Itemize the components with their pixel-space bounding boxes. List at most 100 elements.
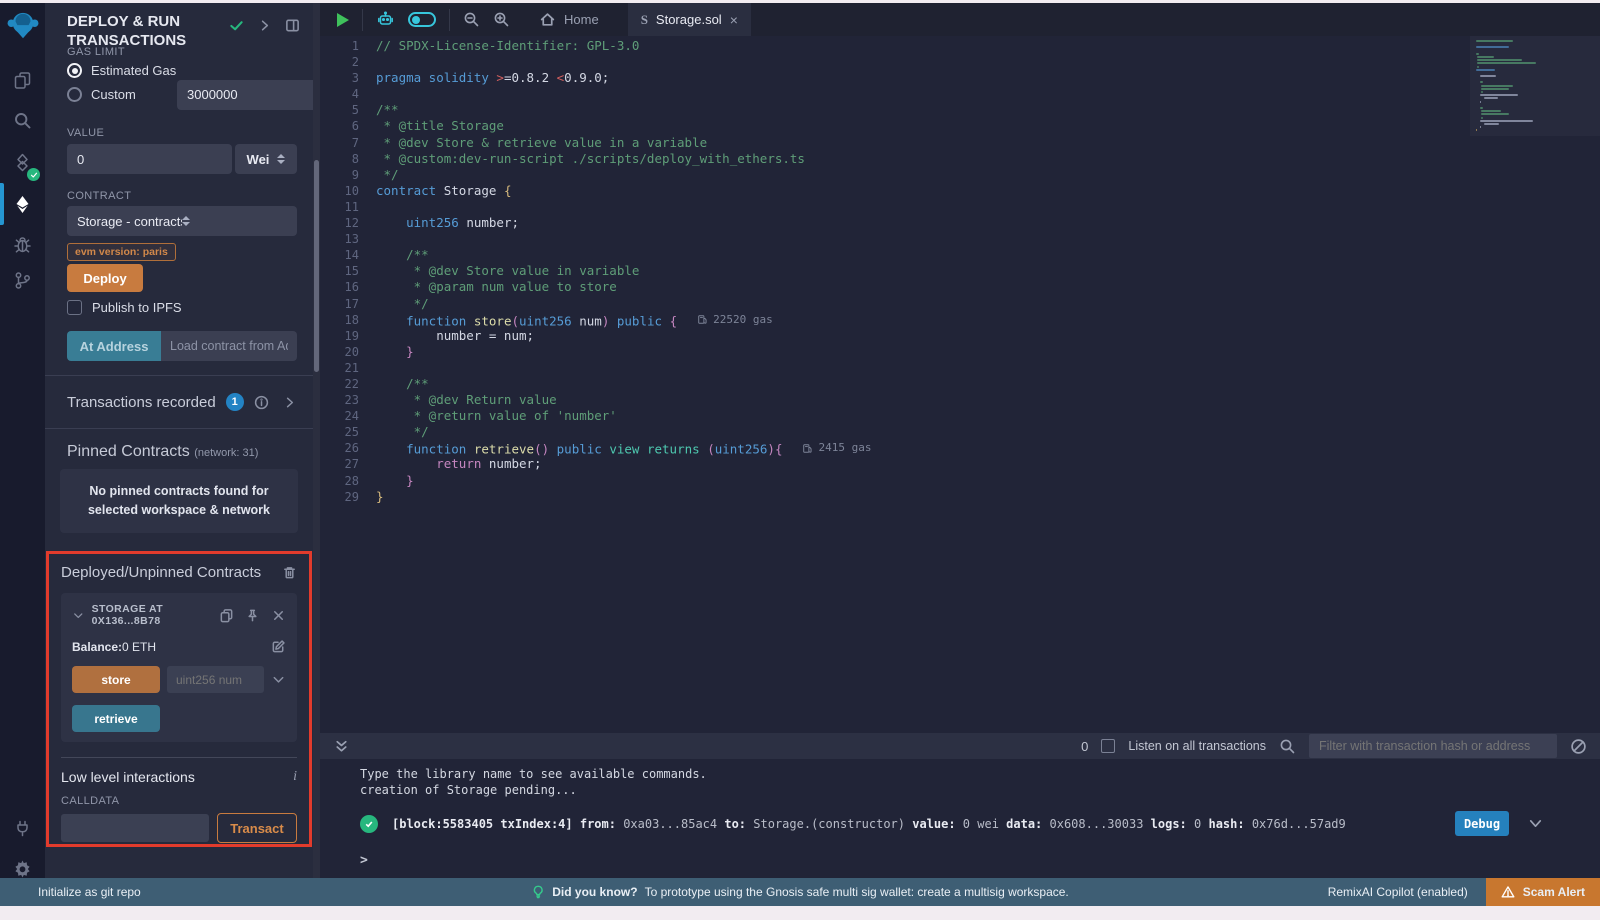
transactions-count-badge: 1 xyxy=(226,393,244,411)
contract-select[interactable]: Storage - contracts/Storage.sol xyxy=(67,206,297,236)
remix-logo[interactable] xyxy=(0,7,45,45)
publish-ipfs-checkbox[interactable] xyxy=(67,300,82,315)
transaction-log-row[interactable]: [block:5583405 txIndex:4] from: 0xa03...… xyxy=(360,811,1600,836)
zoom-in-icon[interactable] xyxy=(493,11,510,28)
at-address-button[interactable]: At Address xyxy=(67,331,161,361)
tab-close-icon[interactable]: × xyxy=(730,12,738,28)
custom-gas-input[interactable] xyxy=(177,80,313,110)
deploy-and-run-icon[interactable] xyxy=(0,185,45,223)
info-icon[interactable] xyxy=(254,395,269,410)
value-label: VALUE xyxy=(67,127,104,139)
trash-icon[interactable] xyxy=(282,565,297,580)
pin-icon[interactable] xyxy=(245,608,260,623)
remixai-robot-icon[interactable] xyxy=(376,10,395,29)
file-explorer-icon[interactable] xyxy=(0,61,45,99)
retrieve-function-button[interactable]: retrieve xyxy=(72,705,160,732)
home-icon xyxy=(539,11,556,28)
zoom-out-icon[interactable] xyxy=(463,11,480,28)
expand-log-chevron-icon[interactable] xyxy=(1527,815,1544,832)
code-line: 1// SPDX-License-Identifier: GPL-3.0 xyxy=(320,38,1600,54)
terminal-output[interactable]: Type the library name to see available c… xyxy=(320,759,1600,881)
line-number: 20 xyxy=(320,344,376,360)
debugger-icon[interactable] xyxy=(0,225,45,263)
code-line: 27 return number; xyxy=(320,456,1600,472)
solidity-compiler-icon[interactable] xyxy=(0,143,45,181)
value-unit: Wei xyxy=(247,152,270,167)
evm-version-badge: evm version: paris xyxy=(67,243,176,261)
tab-storage-sol[interactable]: S Storage.sol × xyxy=(628,3,751,36)
close-icon[interactable] xyxy=(271,608,286,623)
balance-label: Balance: xyxy=(72,640,122,654)
debug-button[interactable]: Debug xyxy=(1455,811,1509,836)
estimated-gas-label: Estimated Gas xyxy=(91,63,176,78)
gas-limit-label: GAS LIMIT xyxy=(67,46,125,58)
line-number: 19 xyxy=(320,328,376,344)
panel-title: DEPLOY & RUN TRANSACTIONS xyxy=(67,13,227,51)
listen-all-checkbox[interactable] xyxy=(1101,739,1115,753)
code-line: 10contract Storage { xyxy=(320,183,1600,199)
divider xyxy=(61,757,297,758)
run-script-button[interactable] xyxy=(337,13,349,27)
active-plugin-indicator xyxy=(0,183,4,225)
publish-ipfs-option: Publish to IPFS xyxy=(67,300,182,315)
code-line: 5/** xyxy=(320,102,1600,118)
tab-home[interactable]: Home xyxy=(539,11,599,28)
terminal-filter-input[interactable] xyxy=(1309,734,1557,758)
unit-stepper-icon xyxy=(277,154,285,164)
transactions-recorded-row[interactable]: Transactions recorded 1 xyxy=(45,375,313,429)
at-address-input[interactable] xyxy=(161,331,297,361)
code-editor[interactable]: 1// SPDX-License-Identifier: GPL-3.023pr… xyxy=(320,36,1600,733)
terminal-toolbar: 0 Listen on all transactions xyxy=(320,733,1600,759)
chevron-down-icon[interactable] xyxy=(72,608,85,623)
chevron-right-icon[interactable] xyxy=(282,395,297,410)
clear-filter-ban-icon[interactable] xyxy=(1570,738,1587,755)
git-init-button[interactable]: Initialize as git repo xyxy=(38,885,141,899)
code-line: 28 } xyxy=(320,473,1600,489)
code-line: 21 xyxy=(320,360,1600,376)
solidity-file-icon: S xyxy=(641,12,648,28)
store-function-button[interactable]: store xyxy=(72,666,160,693)
calldata-input[interactable] xyxy=(61,814,209,842)
copy-icon[interactable] xyxy=(219,608,234,623)
calldata-label: CALLDATA xyxy=(61,795,297,807)
line-number: 24 xyxy=(320,408,376,424)
expand-args-chevron-icon[interactable] xyxy=(271,672,286,687)
collapse-terminal-icon[interactable] xyxy=(333,738,350,755)
terminal-tx-count: 0 xyxy=(1081,739,1088,754)
publish-ipfs-label: Publish to IPFS xyxy=(92,300,182,315)
value-input[interactable] xyxy=(67,144,232,174)
code-line: 29} xyxy=(320,489,1600,505)
custom-gas-radio[interactable] xyxy=(67,87,82,102)
copilot-status[interactable]: RemixAI Copilot (enabled) xyxy=(1328,885,1468,899)
edit-icon[interactable] xyxy=(271,639,286,654)
panel-scrollbar[interactable] xyxy=(314,160,319,372)
git-icon[interactable] xyxy=(0,261,45,299)
transact-button[interactable]: Transact xyxy=(217,813,297,843)
estimated-gas-radio[interactable] xyxy=(67,63,82,78)
tab-filename: Storage.sol xyxy=(656,12,722,27)
value-unit-select[interactable]: Wei xyxy=(235,144,297,174)
deploy-button[interactable]: Deploy xyxy=(67,264,143,292)
home-tab-label: Home xyxy=(564,12,599,27)
transactions-recorded-label: Transactions recorded xyxy=(67,394,216,411)
info-i-icon[interactable]: i xyxy=(293,769,297,785)
estimated-gas-option[interactable]: Estimated Gas xyxy=(67,63,176,78)
value-row: Wei xyxy=(67,144,297,174)
line-number: 4 xyxy=(320,86,376,102)
scam-alert-button[interactable]: Scam Alert xyxy=(1486,878,1600,906)
panel-splitter[interactable] xyxy=(313,3,320,878)
transaction-summary: [block:5583405 txIndex:4] from: 0xa03...… xyxy=(392,817,1346,831)
store-arg-input[interactable] xyxy=(167,666,264,693)
chevron-right-icon[interactable] xyxy=(257,18,272,33)
line-number: 18 xyxy=(320,312,376,328)
terminal-prompt[interactable]: > xyxy=(360,853,1600,868)
layout-columns-icon[interactable] xyxy=(285,18,300,33)
plugin-manager-icon[interactable] xyxy=(0,809,45,847)
minimap[interactable] xyxy=(1476,40,1592,132)
code-line: 22 /** xyxy=(320,376,1600,392)
terminal-line: Type the library name to see available c… xyxy=(360,766,1600,782)
code-line: 25 */ xyxy=(320,424,1600,440)
search-icon[interactable] xyxy=(0,101,45,139)
line-number: 15 xyxy=(320,263,376,279)
assistant-toggle[interactable] xyxy=(408,12,436,27)
